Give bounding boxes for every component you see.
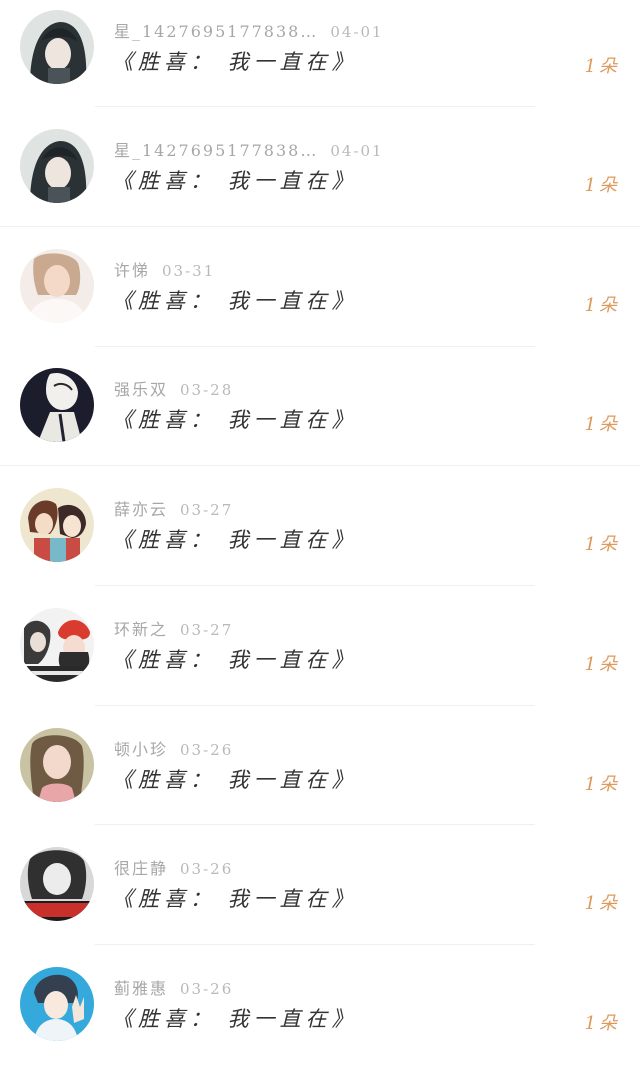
avatar[interactable] bbox=[20, 368, 94, 442]
sender-meta: 顿小珍 03-26 bbox=[114, 736, 234, 759]
gift-count: 1朵 bbox=[584, 774, 620, 795]
gift-date: 04-01 bbox=[330, 23, 384, 41]
avatar-bw-girl-photo-icon bbox=[20, 847, 94, 921]
avatar[interactable] bbox=[20, 488, 94, 562]
work-title: 《胜喜： 我一直在》 bbox=[112, 1007, 358, 1031]
work-title: 《胜喜： 我一直在》 bbox=[112, 768, 358, 792]
gift-count: 1朵 bbox=[584, 414, 620, 435]
sender-name[interactable]: 蓟雅惠 bbox=[114, 979, 168, 998]
avatar[interactable] bbox=[20, 249, 94, 323]
gift-count: 1朵 bbox=[584, 295, 620, 316]
list-item[interactable]: 很庄静 03-26 《胜喜： 我一直在》 1朵 bbox=[0, 837, 640, 956]
work-title: 《胜喜： 我一直在》 bbox=[112, 50, 358, 74]
avatar-sketch-figure-icon bbox=[20, 368, 94, 442]
gift-count: 1朵 bbox=[584, 654, 620, 675]
list-item[interactable]: 许悌 03-31 《胜喜： 我一直在》 1朵 bbox=[0, 239, 640, 358]
avatar-anime-dark-hair-icon bbox=[20, 10, 94, 84]
avatar-anime-couple-icon bbox=[20, 488, 94, 562]
sender-name[interactable]: 环新之 bbox=[114, 620, 168, 639]
divider bbox=[95, 824, 535, 825]
sender-name[interactable]: 薛亦云 bbox=[114, 500, 168, 519]
sender-meta: 许悌 03-31 bbox=[114, 257, 216, 280]
list-item[interactable]: 星_1427695177838… 04-01 《胜喜： 我一直在》 1朵 bbox=[0, 119, 640, 238]
sender-meta: 薛亦云 03-27 bbox=[114, 496, 234, 519]
gift-date: 03-31 bbox=[162, 262, 216, 280]
work-title: 《胜喜： 我一直在》 bbox=[112, 887, 358, 911]
avatar[interactable] bbox=[20, 129, 94, 203]
divider bbox=[95, 944, 535, 945]
gift-date: 03-26 bbox=[180, 741, 234, 759]
avatar-red-hat-illustration-icon bbox=[20, 608, 94, 682]
avatar-girl-photo-icon bbox=[20, 728, 94, 802]
sender-meta: 蓟雅惠 03-26 bbox=[114, 975, 234, 998]
avatar-anime-boy-blue-icon bbox=[20, 967, 94, 1041]
divider bbox=[95, 705, 535, 706]
sender-name[interactable]: 强乐双 bbox=[114, 380, 168, 399]
avatar-anime-dark-hair-icon bbox=[20, 129, 94, 203]
avatar[interactable] bbox=[20, 608, 94, 682]
avatar[interactable] bbox=[20, 728, 94, 802]
sender-meta: 很庄静 03-26 bbox=[114, 855, 234, 878]
sender-meta: 环新之 03-27 bbox=[114, 616, 234, 639]
gift-count: 1朵 bbox=[584, 534, 620, 555]
divider bbox=[0, 465, 640, 466]
gift-count: 1朵 bbox=[584, 1013, 620, 1034]
sender-name[interactable]: 星_1427695177838… bbox=[114, 141, 318, 160]
work-title: 《胜喜： 我一直在》 bbox=[112, 169, 358, 193]
divider bbox=[95, 106, 535, 107]
sender-name[interactable]: 许悌 bbox=[114, 261, 150, 280]
gift-count: 1朵 bbox=[584, 56, 620, 77]
sender-meta: 星_1427695177838… 04-01 bbox=[114, 137, 384, 160]
sender-name[interactable]: 很庄静 bbox=[114, 859, 168, 878]
list-item[interactable]: 强乐双 03-28 《胜喜： 我一直在》 1朵 bbox=[0, 358, 640, 477]
gift-date: 03-27 bbox=[180, 501, 234, 519]
sender-name[interactable]: 顿小珍 bbox=[114, 740, 168, 759]
avatar[interactable] bbox=[20, 967, 94, 1041]
list-item[interactable]: 薛亦云 03-27 《胜喜： 我一直在》 1朵 bbox=[0, 478, 640, 597]
gift-date: 03-26 bbox=[180, 860, 234, 878]
gift-date: 03-27 bbox=[180, 621, 234, 639]
gift-count: 1朵 bbox=[584, 175, 620, 196]
list-item[interactable]: 星_1427695177838… 04-01 《胜喜： 我一直在》 1朵 bbox=[0, 0, 640, 119]
divider bbox=[95, 585, 535, 586]
avatar[interactable] bbox=[20, 10, 94, 84]
sender-meta: 强乐双 03-28 bbox=[114, 376, 234, 399]
sender-name[interactable]: 星_1427695177838… bbox=[114, 22, 318, 41]
gift-date: 04-01 bbox=[330, 142, 384, 160]
sender-meta: 星_1427695177838… 04-01 bbox=[114, 18, 384, 41]
divider bbox=[0, 226, 640, 227]
avatar[interactable] bbox=[20, 847, 94, 921]
gift-date: 03-28 bbox=[180, 381, 234, 399]
list-item[interactable]: 环新之 03-27 《胜喜： 我一直在》 1朵 bbox=[0, 598, 640, 717]
work-title: 《胜喜： 我一直在》 bbox=[112, 289, 358, 313]
work-title: 《胜喜： 我一直在》 bbox=[112, 528, 358, 552]
list-item[interactable]: 蓟雅惠 03-26 《胜喜： 我一直在》 1朵 bbox=[0, 957, 640, 1076]
work-title: 《胜喜： 我一直在》 bbox=[112, 648, 358, 672]
avatar-bride-photo-icon bbox=[20, 249, 94, 323]
work-title: 《胜喜： 我一直在》 bbox=[112, 408, 358, 432]
divider bbox=[95, 346, 535, 347]
list-item[interactable]: 顿小珍 03-26 《胜喜： 我一直在》 1朵 bbox=[0, 718, 640, 837]
gift-count: 1朵 bbox=[584, 893, 620, 914]
gift-date: 03-26 bbox=[180, 980, 234, 998]
